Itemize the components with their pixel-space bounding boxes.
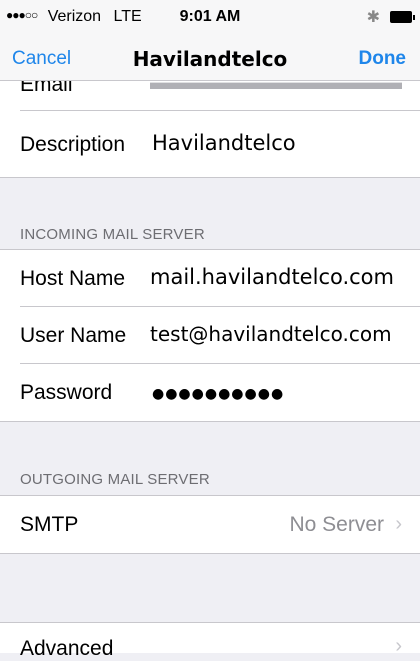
- password-label: Password: [20, 381, 113, 404]
- user-name-field[interactable]: test@havilandtelco.com: [150, 322, 392, 346]
- description-row[interactable]: Description Havilandtelco: [0, 111, 420, 177]
- outgoing-section-header: OUTGOING MAIL SERVER: [20, 471, 210, 488]
- smtp-row[interactable]: SMTP No Server ›: [0, 496, 420, 553]
- settings-list[interactable]: Email ▬▬▬▬▬▬▬▬▬▬▬▬ Description Havilandt…: [0, 61, 420, 660]
- advanced-row[interactable]: Advanced ›: [0, 623, 420, 660]
- incoming-section-header: INCOMING MAIL SERVER: [20, 226, 205, 243]
- status-time: 9:01 AM: [179, 8, 241, 25]
- page-title: Havilandtelco: [132, 47, 288, 71]
- smtp-label: SMTP: [20, 513, 79, 536]
- host-name-row[interactable]: Host Name mail.havilandtelco.com: [0, 250, 420, 307]
- user-name-row[interactable]: User Name test@havilandtelco.com: [0, 307, 420, 364]
- host-name-field[interactable]: mail.havilandtelco.com: [150, 265, 394, 289]
- smtp-value: No Server: [289, 513, 384, 536]
- status-bar: ●●●○○ Verizon LTE 9:01 AM ✱: [0, 0, 420, 40]
- password-field[interactable]: ●●●●●●●●●●: [152, 386, 284, 402]
- navigation-bar: Cancel Havilandtelco Done: [0, 40, 420, 81]
- chevron-right-icon: ›: [395, 513, 402, 535]
- description-label: Description: [20, 133, 126, 156]
- done-button[interactable]: Done: [359, 48, 407, 70]
- host-name-label: Host Name: [20, 267, 126, 290]
- bluetooth-icon: ✱: [366, 9, 380, 26]
- battery-icon: [390, 11, 415, 23]
- user-name-label: User Name: [20, 324, 127, 347]
- chevron-right-icon: ›: [395, 635, 402, 657]
- description-field[interactable]: Havilandtelco: [152, 131, 296, 155]
- password-row[interactable]: Password ●●●●●●●●●●: [0, 364, 420, 421]
